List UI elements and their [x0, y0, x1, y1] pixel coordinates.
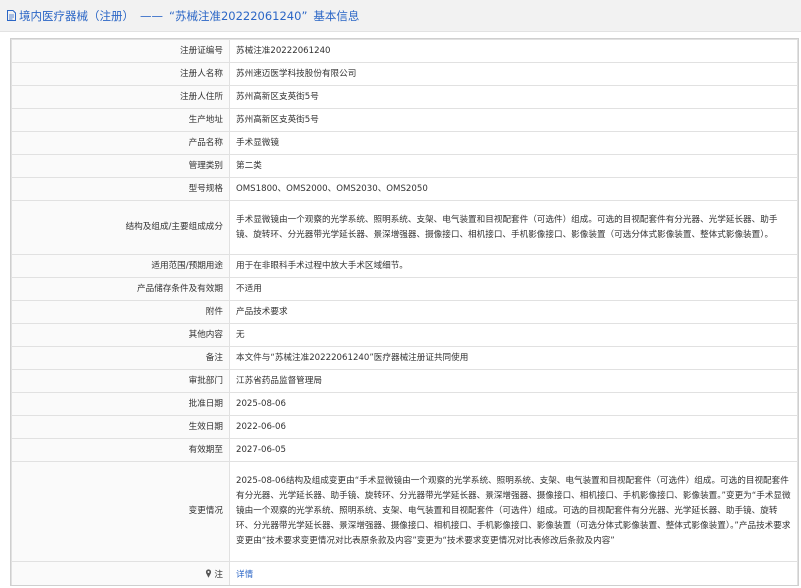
field-value: 不适用: [229, 277, 798, 301]
table-row: 注册人住所 苏州高新区支英街5号: [11, 85, 798, 109]
field-value: 2022-06-06: [229, 415, 798, 439]
field-label: 结构及组成/主要组成成分: [11, 200, 230, 255]
field-value: 2025-08-06: [229, 392, 798, 416]
field-value: 产品技术要求: [229, 300, 798, 324]
table-row: 管理类别 第二类: [11, 154, 798, 178]
field-label: 注册证编号: [11, 39, 230, 63]
info-table-frame: 注册证编号 苏械注准20222061240 注册人名称 苏州速迈医学科技股份有限…: [10, 38, 799, 586]
field-value: 手术显微镜由一个观察的光学系统、照明系统、支架、电气装置和目视配套件（可选件）组…: [229, 200, 798, 255]
pin-icon: [206, 569, 212, 578]
field-label: 注册人住所: [11, 85, 230, 109]
field-value: 本文件与“苏械注准20222061240”医疗器械注册证共同使用: [229, 346, 798, 370]
page-header: 境内医疗器械（注册） —— “苏械注准20222061240” 基本信息: [0, 0, 801, 32]
table-row: 注 详情: [11, 561, 798, 585]
table-row: 注册证编号 苏械注准20222061240: [11, 39, 798, 63]
field-value: 第二类: [229, 154, 798, 178]
field-label: 产品储存条件及有效期: [11, 277, 230, 301]
field-value: 江苏省药品监督管理局: [229, 369, 798, 393]
header-separator: ——: [140, 8, 163, 23]
table-row: 产品名称 手术显微镜: [11, 131, 798, 155]
field-label: 变更情况: [11, 461, 230, 562]
field-value: 2025-08-06结构及组成变更由“手术显微镜由一个观察的光学系统、照明系统、…: [229, 461, 798, 562]
field-value: 无: [229, 323, 798, 347]
field-label: 审批部门: [11, 369, 230, 393]
field-label: 注册人名称: [11, 62, 230, 86]
field-label: 有效期至: [11, 438, 230, 462]
table-row: 生产地址 苏州高新区支英街5号: [11, 108, 798, 132]
table-row: 有效期至 2027-06-05: [11, 438, 798, 462]
field-label: 其他内容: [11, 323, 230, 347]
table-row: 备注 本文件与“苏械注准20222061240”医疗器械注册证共同使用: [11, 346, 798, 370]
field-label: 批准日期: [11, 392, 230, 416]
field-label: 备注: [11, 346, 230, 370]
table-row: 注册人名称 苏州速迈医学科技股份有限公司: [11, 62, 798, 86]
field-value: 用于在非眼科手术过程中放大手术区域细节。: [229, 254, 798, 278]
table-row: 生效日期 2022-06-06: [11, 415, 798, 439]
category-title: 境内医疗器械（注册）: [19, 8, 134, 23]
note-label: 注: [214, 570, 223, 580]
field-value: 苏械注准20222061240: [229, 39, 798, 63]
table-row: 变更情况 2025-08-06结构及组成变更由“手术显微镜由一个观察的光学系统、…: [11, 461, 798, 562]
field-label: 生效日期: [11, 415, 230, 439]
field-value: 苏州速迈医学科技股份有限公司: [229, 62, 798, 86]
table-row: 结构及组成/主要组成成分 手术显微镜由一个观察的光学系统、照明系统、支架、电气装…: [11, 200, 798, 255]
field-label: 管理类别: [11, 154, 230, 178]
field-value: 手术显微镜: [229, 131, 798, 155]
table-row: 适用范围/预期用途 用于在非眼科手术过程中放大手术区域细节。: [11, 254, 798, 278]
field-label: 生产地址: [11, 108, 230, 132]
registration-number-title: “苏械注准20222061240”: [169, 8, 308, 23]
table-row: 批准日期 2025-08-06: [11, 392, 798, 416]
field-label: 产品名称: [11, 131, 230, 155]
field-value: 苏州高新区支英街5号: [229, 108, 798, 132]
field-value: 2027-06-05: [229, 438, 798, 462]
table-row: 产品储存条件及有效期 不适用: [11, 277, 798, 301]
details-link[interactable]: 详情: [236, 570, 253, 580]
document-icon: [7, 10, 16, 21]
field-label: 适用范围/预期用途: [11, 254, 230, 278]
field-label: 附件: [11, 300, 230, 324]
field-value: 苏州高新区支英街5号: [229, 85, 798, 109]
note-label-cell: 注: [11, 561, 230, 585]
basic-info-label: 基本信息: [313, 8, 360, 23]
info-table: 注册证编号 苏械注准20222061240 注册人名称 苏州速迈医学科技股份有限…: [11, 39, 798, 585]
field-value: OMS1800、OMS2000、OMS2030、OMS2050: [229, 177, 798, 201]
table-row: 型号规格 OMS1800、OMS2000、OMS2030、OMS2050: [11, 177, 798, 201]
field-label: 型号规格: [11, 177, 230, 201]
note-value: 详情: [229, 561, 798, 585]
table-row: 附件 产品技术要求: [11, 300, 798, 324]
table-row: 其他内容 无: [11, 323, 798, 347]
table-row: 审批部门 江苏省药品监督管理局: [11, 369, 798, 393]
